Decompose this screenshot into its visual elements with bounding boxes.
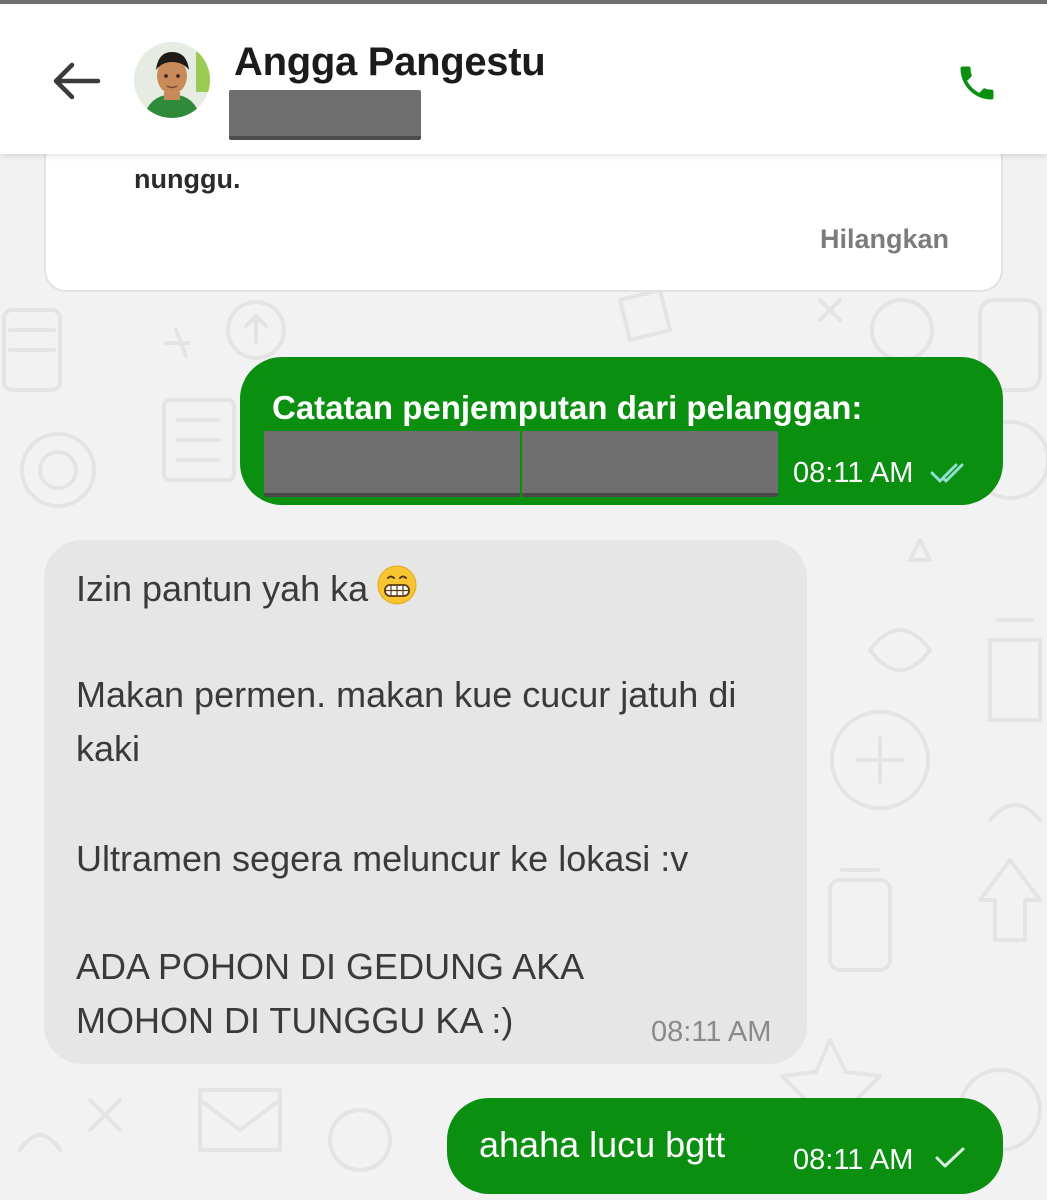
message-time: 08:11 AM xyxy=(793,1144,914,1176)
message-bubble-outgoing[interactable]: ahaha lucu bgtt 08:11 AM xyxy=(447,1098,1003,1194)
notice-text: nunggu. xyxy=(134,164,241,194)
check-icon xyxy=(935,1147,965,1168)
message-line: kaki xyxy=(76,728,141,769)
call-button[interactable] xyxy=(952,58,1002,108)
message-line: ADA POHON DI GEDUNG AKA xyxy=(76,946,585,987)
double-check-icon xyxy=(930,463,964,483)
back-button[interactable] xyxy=(46,56,106,106)
message-line: Izin pantun yah ka xyxy=(76,564,418,610)
arrow-left-icon xyxy=(53,62,101,100)
dismiss-button[interactable]: Hilangkan xyxy=(820,224,949,255)
message-line: Makan permen. makan kue cucur jatuh di xyxy=(76,674,737,715)
status-bar-edge xyxy=(0,0,1047,4)
message-bubble-incoming[interactable]: Izin pantun yah ka Makan permen. makan k… xyxy=(44,540,807,1064)
phone-icon xyxy=(960,66,994,100)
message-text: ahaha lucu bgtt xyxy=(479,1124,726,1165)
message-line: Ultramen segera meluncur ke lokasi :v xyxy=(76,838,689,879)
contact-avatar[interactable] xyxy=(134,42,210,118)
message-line: MOHON DI TUNGGU KA :) xyxy=(76,1000,514,1041)
message-time: 08:11 AM xyxy=(793,457,914,489)
message-line-text: Izin pantun yah ka xyxy=(76,568,369,609)
message-time: 08:11 AM xyxy=(651,1016,772,1048)
pickup-note-title: Catatan penjemputan dari pelanggan: xyxy=(272,389,863,426)
redacted-note-part-1 xyxy=(264,431,520,497)
contact-name[interactable]: Angga Pangestu xyxy=(234,40,546,85)
redacted-subtitle xyxy=(229,90,421,140)
driver-photo xyxy=(134,42,210,118)
grinning-face-icon xyxy=(377,565,417,605)
message-bubble-outgoing[interactable]: Catatan penjemputan dari pelanggan: 08:1… xyxy=(240,357,1003,505)
chat-header: Angga Pangestu xyxy=(0,4,1047,154)
redacted-note-part-2 xyxy=(522,431,778,497)
